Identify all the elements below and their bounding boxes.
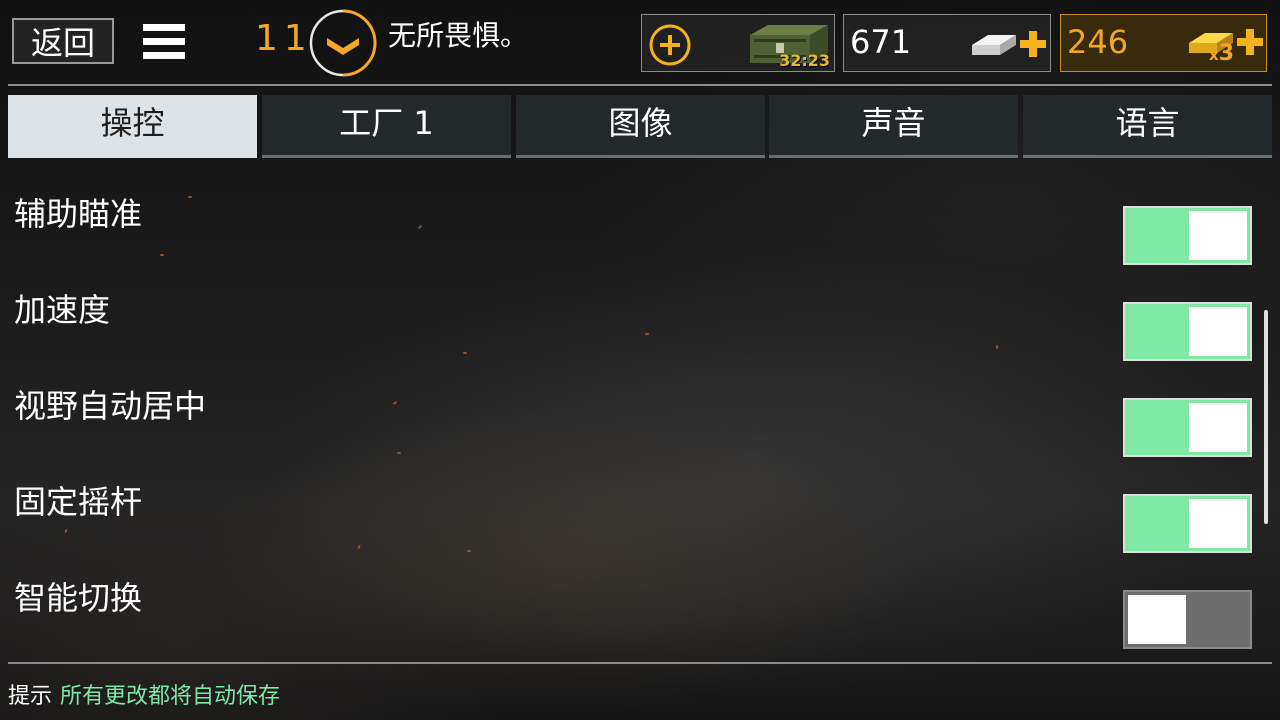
tab-language[interactable]: 语言 [1023, 95, 1272, 158]
header-divider [8, 84, 1272, 86]
settings-screen: 返回 11 无所畏惧。 32:23 671 246 x3 操控 工厂 1 图像 … [0, 0, 1280, 720]
plus-icon[interactable] [1020, 31, 1046, 57]
ember-particle [397, 452, 401, 454]
ember-particle [417, 224, 423, 230]
setting-label-fixed-joystick: 固定摇杆 [14, 483, 143, 521]
gold-multiplier: x3 [1209, 41, 1234, 66]
toggle-knob [1128, 595, 1186, 644]
footer-divider [8, 662, 1272, 664]
plus-icon[interactable] [1237, 29, 1263, 55]
silver-panel[interactable]: 671 [843, 14, 1051, 72]
silver-amount: 671 [850, 23, 912, 61]
toggle-knob [1189, 403, 1247, 452]
tab-graphics[interactable]: 图像 [516, 95, 765, 158]
silver-bar-icon [972, 31, 1046, 57]
toggle-auto-center-view[interactable] [1123, 398, 1252, 457]
setting-label-smart-switch: 智能切换 [14, 579, 143, 617]
hint-bar: 提示 所有更改都将自动保存 [8, 678, 280, 710]
ember-particle [995, 344, 999, 350]
tab-factory[interactable]: 工厂 1 [262, 95, 511, 158]
ember-particle [645, 333, 649, 335]
toggle-smart-switch[interactable] [1123, 590, 1252, 649]
player-name: 无所畏惧。 [388, 19, 529, 52]
toggle-acceleration[interactable] [1123, 302, 1252, 361]
rank-chevron-icon[interactable] [308, 8, 378, 78]
ember-particle [64, 528, 68, 534]
toggle-fixed-joystick[interactable] [1123, 494, 1252, 553]
ember-particle [160, 254, 164, 256]
hint-label: 提示 [8, 684, 53, 709]
toggle-aim-assist[interactable] [1123, 206, 1252, 265]
ember-particle [357, 544, 361, 550]
toggle-knob [1189, 307, 1247, 356]
plus-circle-icon[interactable] [648, 23, 692, 67]
setting-label-auto-center-view: 视野自动居中 [14, 387, 207, 425]
ember-particle [463, 352, 467, 354]
gold-panel[interactable]: 246 x3 [1060, 14, 1267, 72]
toggle-knob [1189, 499, 1247, 548]
hint-text: 所有更改都将自动保存 [60, 684, 281, 709]
ember-particle [467, 550, 471, 552]
setting-label-acceleration: 加速度 [14, 291, 111, 329]
crate-panel[interactable]: 32:23 [641, 14, 835, 72]
ember-particle [188, 196, 192, 198]
scrollbar[interactable] [1264, 310, 1268, 524]
tab-controls[interactable]: 操控 [8, 95, 257, 158]
crate-timer: 32:23 [779, 51, 830, 70]
gold-amount: 246 [1067, 23, 1129, 61]
setting-label-aim-assist: 辅助瞄准 [14, 195, 143, 233]
ember-particle [392, 401, 398, 405]
hamburger-menu-icon[interactable] [143, 24, 185, 60]
toggle-knob [1189, 211, 1247, 260]
rank-level: 11 [255, 18, 313, 59]
tab-sound[interactable]: 声音 [769, 95, 1018, 158]
back-button[interactable]: 返回 [12, 18, 114, 64]
